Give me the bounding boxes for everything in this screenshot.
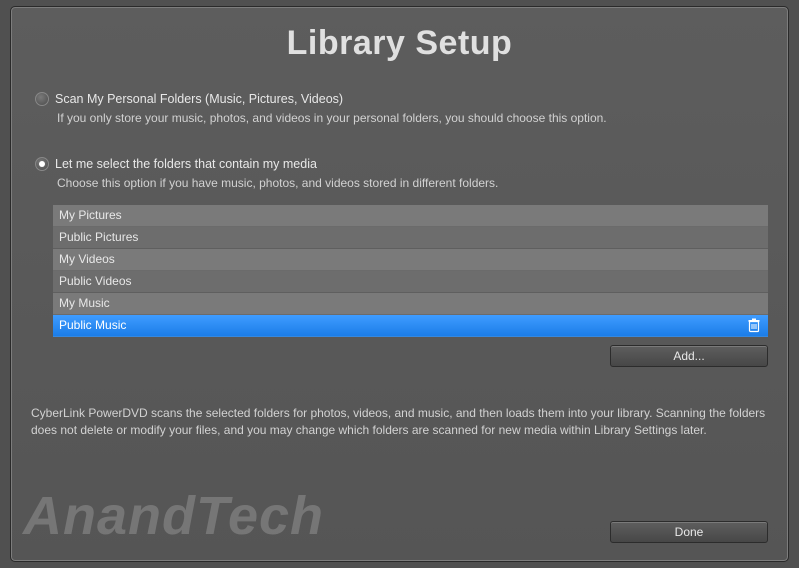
add-button[interactable]: Add... <box>610 345 768 367</box>
list-item[interactable]: My Pictures <box>53 205 768 227</box>
list-item[interactable]: Public Videos <box>53 271 768 293</box>
list-item[interactable]: Public Pictures <box>53 227 768 249</box>
option-personal-label: Scan My Personal Folders (Music, Picture… <box>55 91 343 108</box>
folder-name: Public Videos <box>59 273 762 289</box>
dialog-title: Library Setup <box>31 21 768 67</box>
list-item[interactable]: My Music <box>53 293 768 315</box>
info-text: CyberLink PowerDVD scans the selected fo… <box>31 405 768 440</box>
list-item[interactable]: My Videos <box>53 249 768 271</box>
folder-name: Public Music <box>59 317 746 333</box>
option-personal-desc: If you only store your music, photos, an… <box>57 110 768 126</box>
option-select-folders[interactable]: Let me select the folders that contain m… <box>35 156 768 191</box>
option-personal-folders[interactable]: Scan My Personal Folders (Music, Picture… <box>35 91 768 126</box>
radio-select[interactable] <box>35 157 49 171</box>
list-item[interactable]: Public Music <box>53 315 768 337</box>
trash-icon[interactable] <box>746 318 762 334</box>
library-setup-dialog: Library Setup Scan My Personal Folders (… <box>10 6 789 562</box>
folder-list: My Pictures Public Pictures My Videos Pu… <box>53 205 768 337</box>
folder-name: Public Pictures <box>59 229 762 245</box>
option-select-desc: Choose this option if you have music, ph… <box>57 175 768 191</box>
folder-name: My Pictures <box>59 207 762 223</box>
folder-name: My Music <box>59 295 762 311</box>
watermark: AnandTech <box>23 489 324 543</box>
folder-name: My Videos <box>59 251 762 267</box>
radio-personal[interactable] <box>35 92 49 106</box>
done-button[interactable]: Done <box>610 521 768 543</box>
option-select-label: Let me select the folders that contain m… <box>55 156 317 173</box>
